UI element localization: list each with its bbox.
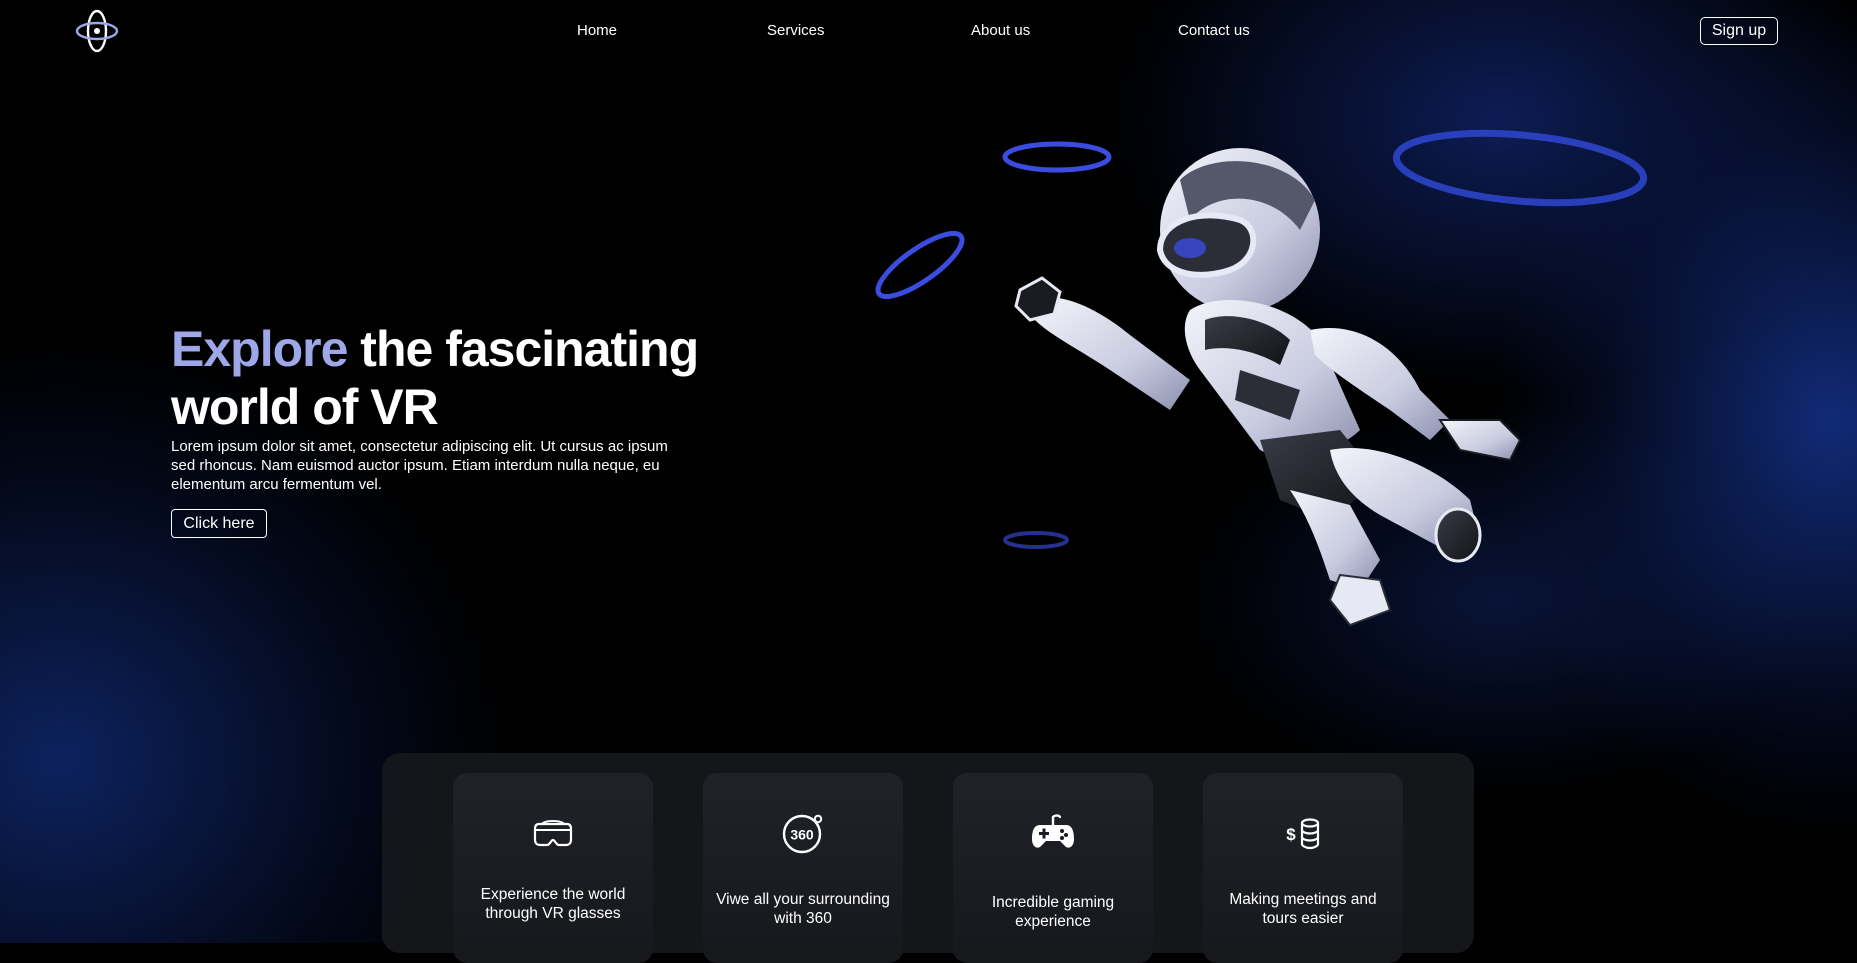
features-panel: Experience the world through VR glasses … bbox=[382, 753, 1474, 963]
feature-label: Experience the world through VR glasses bbox=[480, 886, 626, 922]
feature-label: Viwe all your surrounding with 360 bbox=[716, 891, 890, 927]
nav-about-us[interactable]: About us bbox=[971, 22, 1030, 39]
ring-right bbox=[1392, 129, 1648, 207]
hero-description: Lorem ipsum dolor sit amet, consectetur … bbox=[171, 438, 668, 493]
ring-left bbox=[875, 230, 965, 300]
nav-contact-us[interactable]: Contact us bbox=[1178, 22, 1250, 39]
sign-up-button[interactable]: Sign up bbox=[1700, 17, 1778, 45]
feature-label: Making meetings and tours easier bbox=[1229, 891, 1377, 927]
360-view-icon: 360 bbox=[778, 811, 828, 855]
feature-card-360-view[interactable]: 360 Viwe all your surrounding with 360 bbox=[703, 773, 903, 963]
robot bbox=[1014, 148, 1522, 627]
flying-robot-illustration bbox=[860, 120, 1660, 650]
svg-text:$: $ bbox=[1286, 825, 1296, 844]
feature-label: Incredible gaming experience bbox=[991, 894, 1115, 930]
hero-title: Explore the fascinating world of VR bbox=[171, 320, 701, 436]
gamepad-icon bbox=[1028, 811, 1078, 855]
feature-card-vr-glasses[interactable]: Experience the world through VR glasses bbox=[453, 773, 653, 963]
click-here-button[interactable]: Click here bbox=[171, 509, 267, 538]
vr-headset-icon bbox=[528, 811, 578, 855]
ring-small bbox=[1003, 531, 1069, 549]
feature-card-gaming[interactable]: Incredible gaming experience bbox=[953, 773, 1153, 963]
money-coins-icon: $ bbox=[1278, 811, 1328, 855]
feature-card-meetings[interactable]: $ Making meetings and tours easier bbox=[1203, 773, 1403, 963]
hero-section: Explore the fascinating world of VR Lore… bbox=[171, 320, 701, 538]
ring-top bbox=[1002, 141, 1112, 173]
nav-home[interactable]: Home bbox=[577, 22, 617, 39]
hero-title-accent: Explore bbox=[171, 321, 348, 377]
nav-services[interactable]: Services bbox=[767, 22, 825, 39]
svg-text:360: 360 bbox=[790, 827, 814, 843]
main-nav: Home Services About us Contact us bbox=[0, 22, 1857, 44]
